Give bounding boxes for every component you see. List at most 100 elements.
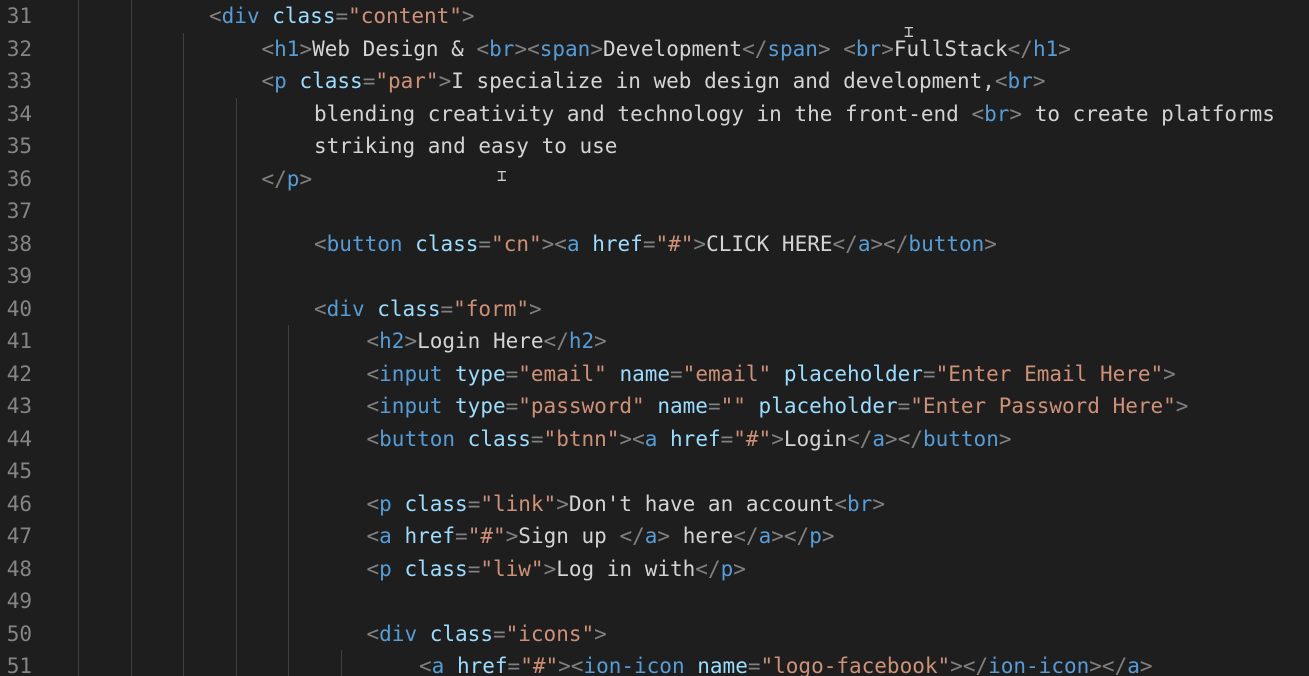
code-token: = <box>467 491 481 516</box>
code-token: a <box>379 524 392 548</box>
code-token: </ <box>695 556 721 581</box>
code-token: name <box>697 654 748 676</box>
code-token: > <box>771 524 784 548</box>
code-token: < <box>527 36 540 61</box>
code-text: <input type="password" name="" placehold… <box>367 390 1189 423</box>
code-text: </p> <box>262 163 313 196</box>
code-token: br <box>847 491 873 516</box>
code-token: button <box>379 426 456 451</box>
code-token: > <box>1032 69 1046 93</box>
code-token: class <box>377 296 441 321</box>
code-token: button <box>326 231 403 256</box>
code-token: = <box>335 4 349 28</box>
code-line[interactable]: 34 blending creativity and technology in … <box>0 98 1309 131</box>
code-token: < <box>834 491 848 516</box>
code-token: > <box>404 329 418 353</box>
code-token: </ <box>1007 36 1033 61</box>
code-line[interactable]: 37 <box>0 195 1309 228</box>
code-token: "icons" <box>505 621 595 646</box>
code-line[interactable]: 51 <a href="#"><ion-icon name="logo-faceb… <box>0 650 1309 676</box>
code-editor[interactable]: 31 <div class="content"> 32 <h1>Web Design … <box>0 0 1309 676</box>
code-token: placeholder <box>758 394 898 418</box>
code-token: = <box>897 394 911 418</box>
code-token: type <box>455 394 506 418</box>
code-token: "Enter Email Here" <box>935 361 1164 386</box>
code-line[interactable]: 44 <button class="btnn"><a href="#">Login… <box>0 423 1309 456</box>
code-line[interactable]: 33 <p class="par">I specialize in web des… <box>0 65 1309 98</box>
code-token: a <box>857 231 871 256</box>
code-token: > <box>657 524 671 548</box>
code-token: "btnn" <box>543 426 620 451</box>
code-token: "content" <box>348 4 462 28</box>
line-number: 42 <box>6 361 32 386</box>
code-token: href <box>670 426 721 451</box>
line-number: 34 <box>6 101 32 126</box>
line-number: 49 <box>6 589 32 613</box>
code-token: h1 <box>274 36 300 61</box>
code-line[interactable]: 38 <button class="cn"><a href="#">CLICK H… <box>0 228 1309 261</box>
code-token: Log in with <box>556 556 696 581</box>
code-line[interactable]: 32 <h1>Web Design & <br><span>Development… <box>0 33 1309 66</box>
code-line[interactable]: 49 <box>0 585 1309 618</box>
line-number: 35 <box>6 134 32 158</box>
code-token: > <box>528 296 542 321</box>
code-token: "" <box>720 394 746 418</box>
code-token: h2 <box>568 329 595 353</box>
code-token: > <box>1089 654 1102 676</box>
code-token: name <box>657 394 708 418</box>
code-token: > <box>817 36 831 61</box>
code-token: "email" <box>518 361 607 386</box>
code-token: placeholder <box>783 361 923 386</box>
code-token: </ <box>1101 654 1128 676</box>
code-token: < <box>314 231 327 256</box>
code-line[interactable]: 48 <p class="liw">Log in with</p> <box>0 553 1309 586</box>
code-token: = <box>455 524 468 548</box>
code-line[interactable]: 35 striking and easy to use <box>0 130 1309 163</box>
code-token: > <box>1058 36 1071 61</box>
line-number: 44 <box>6 426 32 451</box>
code-token: = <box>642 231 656 256</box>
code-token: "liw" <box>480 556 544 581</box>
code-token: > <box>1175 394 1189 418</box>
code-text: <button class="cn"><a href="#">CLICK HER… <box>314 228 997 261</box>
code-line[interactable]: 45 <box>0 455 1309 488</box>
code-token: div <box>221 4 260 28</box>
code-token: > <box>299 166 313 191</box>
code-text: blending creativity and technology in th… <box>314 98 1275 131</box>
code-token: < <box>419 654 432 676</box>
code-token: = <box>530 426 544 451</box>
code-line[interactable]: 40 <div class="form"> <box>0 293 1309 326</box>
code-line[interactable]: 31 <div class="content"> <box>0 0 1309 33</box>
code-token: CLICK HERE <box>706 231 833 256</box>
code-line[interactable]: 36 </p> <box>0 163 1309 196</box>
code-token: > <box>594 329 607 353</box>
code-token: > <box>1139 654 1153 676</box>
code-token: < <box>261 69 275 93</box>
code-text: <p class="par">I specialize in web desig… <box>262 65 1046 98</box>
code-line[interactable]: 43 <input type="password" name="" placeho… <box>0 390 1309 423</box>
code-token: = <box>747 654 761 676</box>
code-token: "#" <box>733 426 772 451</box>
code-token: > <box>984 231 997 256</box>
code-line[interactable]: 42 <input type="email" name="email" place… <box>0 358 1309 391</box>
code-token: > <box>514 36 528 61</box>
code-text: <a href="#">Sign up </a> here</a></p> <box>367 520 835 553</box>
code-text: <div class="icons"> <box>367 618 607 651</box>
code-token: "link" <box>480 491 557 516</box>
line-number: 36 <box>6 166 32 191</box>
code-line[interactable]: 47 <a href="#">Sign up </a> here</a></p> <box>0 520 1309 553</box>
code-token: </ <box>261 166 287 191</box>
line-number: 45 <box>6 459 32 483</box>
code-line[interactable]: 50 <div class="icons"> <box>0 618 1309 651</box>
code-line[interactable]: 46 <p class="link">Don't have an account<… <box>0 488 1309 521</box>
code-line[interactable]: 41 <h2>Login Here</h2> <box>0 325 1309 358</box>
code-line[interactable]: 39 <box>0 260 1309 293</box>
line-number: 38 <box>6 231 32 256</box>
code-token: type <box>455 361 506 386</box>
